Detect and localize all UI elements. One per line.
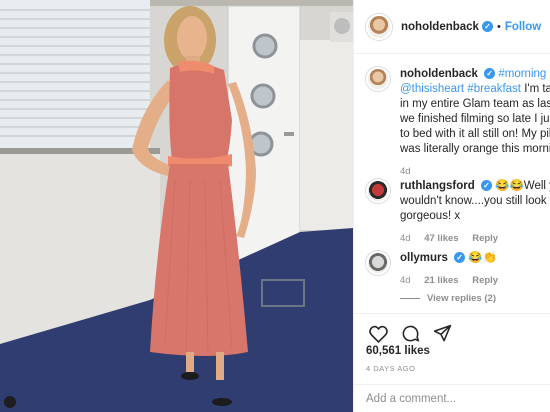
comment-text: wouldn't know....you still look	[400, 195, 547, 207]
comment-text: gorgeous! x	[400, 210, 461, 222]
caption-hashtag[interactable]: #morning	[498, 68, 546, 80]
author-username[interactable]: noholdenback	[401, 21, 479, 33]
caption-body: noholdenback ✓ #morning @thisisheart #br…	[400, 67, 550, 179]
caption-text: I'm tagging	[524, 83, 550, 95]
caption-mention[interactable]: @thisisheart	[400, 83, 464, 95]
likes-count[interactable]: 60,561 likes	[366, 345, 430, 357]
caption-text: was literally orange this morning	[400, 143, 550, 155]
comment-age[interactable]: 4d	[400, 275, 411, 286]
photo-tag-dot[interactable]	[4, 396, 16, 408]
comment-item: ollymurs ✓ 😂👏 4d 21 likes Reply	[366, 251, 550, 288]
reply-button[interactable]: Reply	[472, 233, 498, 244]
comment-emoji: 😂😂	[495, 180, 524, 192]
comment-text: Well you	[523, 180, 550, 192]
post-photo[interactable]	[0, 0, 353, 412]
comment-meta: 4d 21 likes Reply	[400, 273, 509, 288]
post-image	[0, 0, 353, 412]
comment-likes[interactable]: 47 likes	[424, 233, 458, 244]
caption-hashtag[interactable]: #breakfast	[467, 83, 521, 95]
verified-icon: ✓	[454, 252, 466, 264]
caption-meta: 4d	[400, 164, 550, 179]
caption-username[interactable]: noholdenback	[400, 68, 478, 80]
verified-icon: ✓	[480, 180, 492, 192]
reply-button[interactable]: Reply	[472, 275, 498, 286]
verified-icon: ✓	[481, 21, 493, 32]
comment-item: ruthlangsford ✓ 😂😂Well you wouldn't know…	[366, 179, 550, 246]
replies-line	[400, 298, 420, 299]
comment-age[interactable]: 4d	[400, 233, 411, 244]
header-separator: •	[496, 20, 501, 33]
author-avatar[interactable]	[366, 13, 392, 40]
caption: noholdenback ✓ #morning @thisisheart #br…	[366, 67, 550, 179]
follow-button[interactable]: Follow	[505, 21, 541, 33]
caption-avatar[interactable]	[366, 67, 390, 91]
post-timestamp[interactable]: 4 DAYS AGO	[366, 364, 415, 373]
caption-text: in my entire Glam team as last nigh	[400, 98, 550, 110]
view-replies-label: View replies (2)	[427, 293, 496, 304]
comment-likes[interactable]: 21 likes	[424, 275, 458, 286]
verified-icon: ✓	[484, 68, 496, 80]
comment-avatar[interactable]	[366, 251, 390, 275]
caption-age[interactable]: 4d	[400, 166, 411, 177]
heart-icon[interactable]	[364, 320, 392, 348]
comment-username[interactable]: ollymurs	[400, 252, 448, 264]
comment-username[interactable]: ruthlangsford	[400, 180, 475, 192]
caption-text: to bed with it all still on! My pillow	[400, 128, 550, 140]
post-side-panel: noholdenback ✓ • Follow noholdenback ✓ #…	[353, 0, 550, 412]
comment-icon[interactable]	[396, 320, 424, 348]
view-replies-button[interactable]: View replies (2)	[400, 293, 496, 304]
caption-text: we finished filming so late I just we	[400, 113, 550, 125]
comment-body: ollymurs ✓ 😂👏 4d 21 likes Reply	[400, 251, 509, 288]
comment-emoji: 😂👏	[468, 252, 497, 264]
add-comment-input[interactable]: Add a comment...	[354, 384, 550, 412]
comment-meta: 4d 47 likes Reply	[400, 231, 550, 246]
comment-avatar[interactable]	[366, 179, 390, 203]
comments-list[interactable]: noholdenback ✓ #morning @thisisheart #br…	[354, 55, 550, 313]
post-header: noholdenback ✓ • Follow	[354, 0, 550, 54]
comment-body: ruthlangsford ✓ 😂😂Well you wouldn't know…	[400, 179, 550, 246]
share-icon[interactable]	[428, 320, 456, 348]
